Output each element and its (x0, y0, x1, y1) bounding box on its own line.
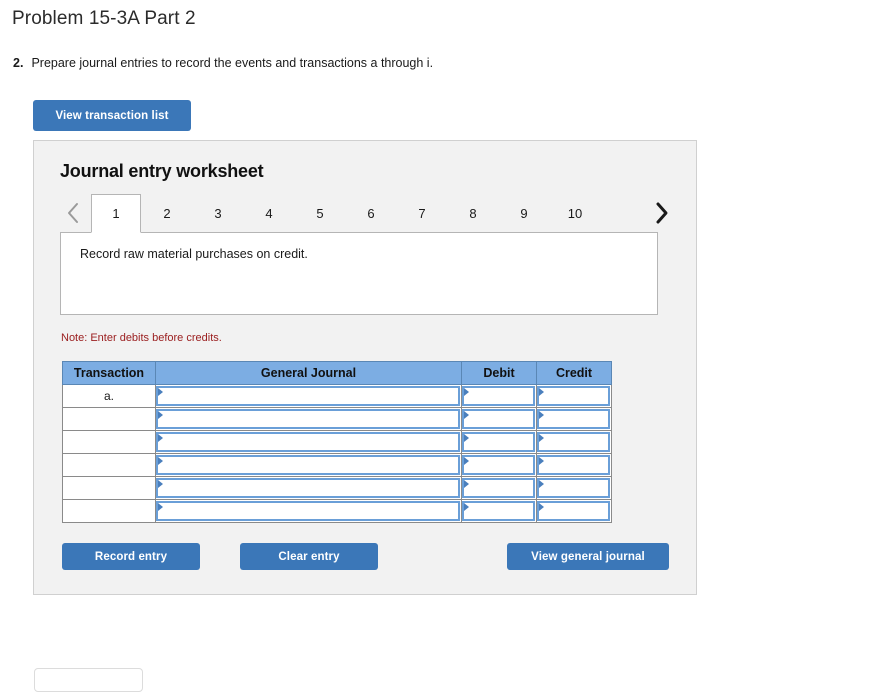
general-journal-input[interactable] (156, 409, 460, 429)
worksheet-tab-9[interactable]: 9 (499, 194, 549, 232)
worksheet-tab-5[interactable]: 5 (295, 194, 345, 232)
worksheet-tab-3[interactable]: 3 (193, 194, 243, 232)
credit-input[interactable] (537, 409, 610, 429)
table-row (62, 430, 612, 454)
table-row (62, 407, 612, 431)
transaction-cell (62, 430, 156, 454)
question-number: 2. (13, 56, 24, 70)
view-general-journal-button[interactable]: View general journal (507, 543, 669, 570)
debit-input-cell (461, 430, 537, 454)
debit-input-cell (461, 384, 537, 408)
debit-input-cell (461, 407, 537, 431)
general-journal-input[interactable] (156, 386, 460, 406)
worksheet-tab-2[interactable]: 2 (142, 194, 192, 232)
transaction-description-box: Record raw material purchases on credit. (60, 232, 658, 315)
general-journal-input[interactable] (156, 478, 460, 498)
debit-input-cell (461, 453, 537, 477)
transaction-cell: a. (62, 384, 156, 408)
clear-entry-button[interactable]: Clear entry (240, 543, 378, 570)
credit-input-cell (536, 499, 612, 523)
chevron-left-icon[interactable] (60, 194, 86, 232)
general-journal-input-cell (155, 476, 462, 500)
debits-before-credits-note: Note: Enter debits before credits. (61, 332, 222, 344)
credit-input[interactable] (537, 478, 610, 498)
general-journal-input[interactable] (156, 501, 460, 521)
column-header-transaction: Transaction (62, 361, 156, 385)
credit-input[interactable] (537, 432, 610, 452)
table-row (62, 453, 612, 477)
table-row (62, 499, 612, 523)
offscreen-widget-stub[interactable] (34, 668, 143, 692)
debit-input-cell (461, 499, 537, 523)
general-journal-input-cell (155, 384, 462, 408)
transaction-cell (62, 407, 156, 431)
credit-input-cell (536, 407, 612, 431)
worksheet-tab-6[interactable]: 6 (346, 194, 396, 232)
credit-input-cell (536, 430, 612, 454)
journal-entry-table: Transaction General Journal Debit Credit… (62, 361, 612, 523)
view-transaction-list-button[interactable]: View transaction list (33, 100, 191, 131)
debit-input[interactable] (462, 478, 535, 498)
record-entry-button[interactable]: Record entry (62, 543, 200, 570)
transaction-cell (62, 453, 156, 477)
debit-input[interactable] (462, 501, 535, 521)
debit-input[interactable] (462, 386, 535, 406)
table-header-row: Transaction General Journal Debit Credit (62, 361, 612, 385)
page-title: Problem 15-3A Part 2 (12, 8, 196, 29)
credit-input[interactable] (537, 455, 610, 475)
worksheet-tab-10[interactable]: 10 (550, 194, 600, 232)
transaction-cell (62, 476, 156, 500)
general-journal-input-cell (155, 499, 462, 523)
credit-input[interactable] (537, 386, 610, 406)
worksheet-tab-8[interactable]: 8 (448, 194, 498, 232)
question-prompt: 2. Prepare journal entries to record the… (13, 56, 433, 70)
credit-input-cell (536, 476, 612, 500)
worksheet-tabstrip: 1 2 3 4 5 6 7 8 9 10 (60, 194, 674, 233)
general-journal-input[interactable] (156, 455, 460, 475)
column-header-general-journal: General Journal (155, 361, 462, 385)
transaction-description-text: Record raw material purchases on credit. (80, 247, 308, 261)
table-row: a. (62, 384, 612, 408)
general-journal-input-cell (155, 453, 462, 477)
worksheet-tab-4[interactable]: 4 (244, 194, 294, 232)
column-header-debit: Debit (461, 361, 537, 385)
worksheet-tab-1[interactable]: 1 (91, 194, 141, 233)
journal-entry-worksheet-panel: Journal entry worksheet 1 2 3 4 5 6 7 8 9 10 Reco… (33, 140, 697, 595)
chevron-right-icon[interactable] (648, 194, 674, 232)
debit-input[interactable] (462, 409, 535, 429)
credit-input-cell (536, 453, 612, 477)
question-text: Prepare journal entries to record the ev… (31, 56, 434, 70)
table-row (62, 476, 612, 500)
credit-input-cell (536, 384, 612, 408)
worksheet-title: Journal entry worksheet (60, 161, 264, 181)
debit-input-cell (461, 476, 537, 500)
credit-input[interactable] (537, 501, 610, 521)
general-journal-input-cell (155, 430, 462, 454)
worksheet-tab-7[interactable]: 7 (397, 194, 447, 232)
general-journal-input[interactable] (156, 432, 460, 452)
general-journal-input-cell (155, 407, 462, 431)
debit-input[interactable] (462, 432, 535, 452)
transaction-cell (62, 499, 156, 523)
column-header-credit: Credit (536, 361, 612, 385)
debit-input[interactable] (462, 455, 535, 475)
